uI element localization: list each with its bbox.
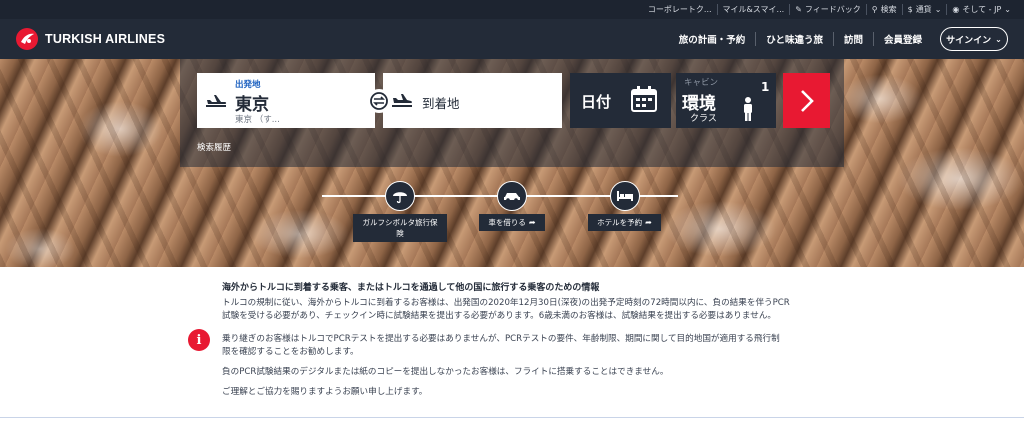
date-field[interactable]: 日付 [570,73,671,128]
share-arrow-icon: ➦ [528,218,536,227]
signin-button[interactable]: サインイン ⌄ [940,27,1008,51]
swap-icon [370,92,388,110]
car-rental-service-button[interactable] [497,181,527,211]
corporate-link-label: コーポレートク... [647,5,712,14]
destination-placeholder: 到着地 [422,96,460,111]
nav-menu: 旅の計画・予約 ひと味違う旅 訪問 会員登録 [669,19,932,59]
share-arrow-icon: ➦ [645,218,652,227]
corporate-link[interactable]: コーポレートク... [643,4,717,15]
hotel-service-label[interactable]: ホテルを予約 ➦ [588,214,661,231]
arrival-plane-icon [392,94,412,107]
notice-paragraph-2: 乗り継ぎのお客様はトルコでPCRテストを提出する必要はありませんが、PCRテスト… [222,333,842,359]
notice-title: 海外からトルコに到着する乗客、またはトルコを通過して他の国に旅行する乗客のための… [222,283,600,293]
notice-paragraph-1: トルコの規制に従い、海外からトルコに到着するお客様は、出発国の2020年12月3… [222,297,842,323]
origin-value: 東京 [235,95,269,115]
notice-paragraph-3: 負のPCR試験結果のデジタルまたは紙のコピーを提出しなかったお客様は、フライトに… [222,367,669,377]
info-icon: i [188,329,210,351]
search-link[interactable]: ⚲ 検索 [865,4,902,15]
globe-icon: ◉ [952,5,960,14]
cabin-class-label: クラス [690,114,717,124]
search-link-label: 検索 [880,5,897,14]
passenger-count: 1 [761,80,770,94]
cabin-label: キャビン [684,78,719,88]
cabin-passenger-field[interactable]: キャビン 環境 クラス 1 [676,73,776,128]
insurance-service-label[interactable]: ガルフシボルタ旅行保 険 [353,214,447,242]
miles-smiles-link-label: マイル&スマイ... [722,5,785,14]
insurance-label-line1: ガルフシボルタ旅行保 [362,218,438,227]
currency-selector[interactable]: $ 通貨 ⌄ [901,4,947,15]
hotel-label: ホテルを予約 [597,218,643,227]
destination-field[interactable]: 到着地 [383,73,562,128]
chevron-down-icon: ⌄ [1004,5,1011,14]
notice-divider [0,417,1024,418]
notice-p1-line1: トルコの規制に従い、海外からトルコに到着するお客様は、出発国の2020年12月3… [222,298,790,308]
car-rental-service-label[interactable]: 車を借りる ➦ [479,214,545,231]
origin-detail: 東京 （す... [235,115,280,125]
departure-plane-icon [206,95,227,107]
notice-p2-line1: 乗り継ぎのお客様はトルコでPCRテストを提出する必要はありませんが、PCRテスト… [222,334,780,344]
nav-plan-book[interactable]: 旅の計画・予約 [669,32,756,46]
nav-experience[interactable]: ひと味違う旅 [755,32,833,46]
main-nav: TURKISH AIRLINES 旅の計画・予約 ひと味違う旅 訪問 会員登録 … [0,19,1024,59]
brand-name: TURKISH AIRLINES [45,32,166,46]
swap-button[interactable] [367,89,391,113]
nav-visit[interactable]: 訪問 [832,32,873,46]
passenger-icon [744,97,752,121]
chevron-right-icon [800,89,814,112]
nav-register[interactable]: 会員登録 [872,32,932,46]
calendar-icon [631,86,657,112]
chevron-down-icon: ⌄ [995,34,1002,44]
search-history-link[interactable]: 検索履歴 [197,141,231,153]
currency-label: 通貨 [915,5,932,14]
umbrella-icon [393,192,407,204]
dollar-icon: $ [907,5,913,14]
speech-bubble-icon: ✎ [795,5,802,14]
miles-smiles-link[interactable]: マイル&スマイ... [716,4,790,15]
insurance-label-line2: 険 [396,229,404,238]
feedback-link-label: フィードバック [804,5,861,14]
utility-links: コーポレートク... マイル&スマイ... ✎ フィードバック ⚲ 検索 $ 通貨 ⌄ … [643,0,1016,19]
language-label: そして - JP [962,5,1002,14]
notice-p1-line2: 試験を受ける必要があり、チェックイン時に試験結果を提出する必要があります。6歳未… [222,311,777,321]
origin-label: 出発地 [235,80,261,90]
search-icon: ⚲ [871,5,878,14]
chevron-down-icon: ⌄ [934,5,942,14]
bed-icon [617,191,633,201]
date-label: 日付 [581,93,612,111]
car-rental-label: 車を借りる [488,218,526,227]
tail-logo-icon [16,28,38,50]
brand-logo[interactable]: TURKISH AIRLINES [16,28,165,50]
hotel-service-button[interactable] [610,181,640,211]
origin-field[interactable]: 出発地 東京 東京 （す... [197,73,375,128]
utility-bar: コーポレートク... マイル&スマイ... ✎ フィードバック ⚲ 検索 $ 通貨 ⌄ … [0,0,1024,19]
signin-label: サインイン [946,35,992,46]
feedback-link[interactable]: ✎ フィードバック [789,4,866,15]
insurance-service-button[interactable] [385,181,415,211]
notice-paragraph-4: ご理解とご協力を賜りますようお願い申し上げます。 [222,387,428,397]
car-icon [504,193,520,202]
notice-p2-line2: 限を確認することをお勧めします。 [222,347,359,357]
language-selector[interactable]: ◉ そして - JP ⌄ [946,4,1016,15]
search-flights-button[interactable] [783,73,830,128]
